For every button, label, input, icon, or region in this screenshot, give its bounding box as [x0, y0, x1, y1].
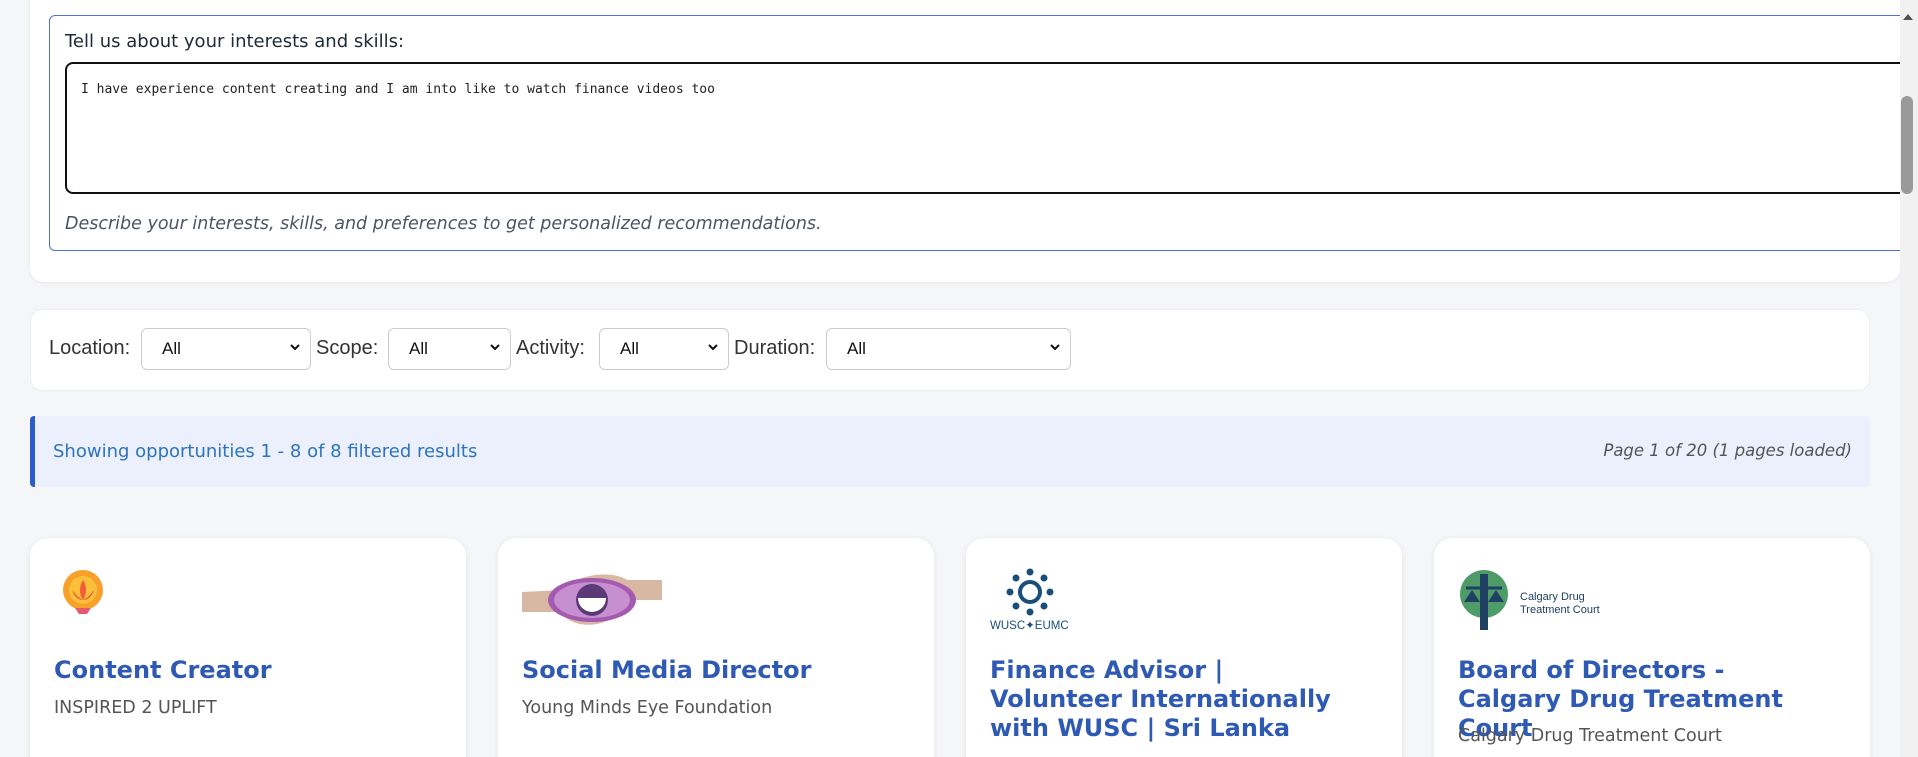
opportunity-card[interactable]: Social Media Director Young Minds Eye Fo… [498, 538, 934, 757]
opportunity-card[interactable]: Content Creator INSPIRED 2 UPLIFT [30, 538, 466, 757]
card-organization: Calgary Drug Treatment Court [1458, 726, 1722, 746]
opportunity-card[interactable]: Calgary Drug Treatment Court Board of Di… [1434, 538, 1870, 757]
location-select[interactable]: All [141, 328, 311, 370]
duration-select-value: All [847, 339, 866, 358]
results-summary-text: Showing opportunities 1 - 8 of 8 filtere… [53, 441, 478, 462]
interests-help-text: Describe your interests, skills, and pre… [65, 214, 822, 234]
scope-select[interactable]: All [388, 328, 511, 370]
scope-filter-label: Scope: [316, 337, 379, 359]
pagination-info: Page 1 of 20 (1 pages loaded) [1603, 441, 1852, 460]
chevron-down-icon [490, 344, 500, 351]
opportunity-card[interactable]: WUSC✦EUMC Finance Advisor | Volunteer In… [966, 538, 1402, 757]
chevron-down-icon [708, 344, 718, 351]
chevron-down-icon [1050, 344, 1060, 351]
scroll-up-arrow-icon[interactable] [1902, 12, 1914, 22]
lotus-logo-icon [63, 570, 103, 614]
duration-select[interactable]: All [826, 328, 1071, 370]
activity-select[interactable]: All [599, 328, 729, 370]
location-select-value: All [162, 339, 181, 358]
interests-textarea[interactable]: I have experience content creating and I… [65, 62, 1915, 194]
duration-filter-label: Duration: [734, 337, 816, 359]
calgary-court-logo-icon: Calgary Drug Treatment Court [1460, 570, 1600, 630]
location-filter-label: Location: [49, 337, 131, 359]
wusc-logo-text: WUSC✦EUMC [990, 620, 1069, 632]
eye-hands-logo-icon [522, 574, 662, 625]
activity-select-value: All [620, 339, 639, 358]
card-title[interactable]: Social Media Director [522, 656, 882, 685]
scrollbar-thumb[interactable] [1901, 96, 1913, 194]
court-logo-text-line1: Calgary Drug [1520, 591, 1585, 603]
activity-filter-label: Activity: [516, 337, 585, 359]
court-logo-text-line2: Treatment Court [1520, 604, 1600, 616]
page: Tell us about your interests and skills:… [0, 0, 1918, 757]
interests-label: Tell us about your interests and skills: [65, 31, 405, 52]
chevron-down-icon [290, 344, 300, 351]
wusc-logo-icon: WUSC✦EUMC [990, 568, 1069, 632]
card-title[interactable]: Content Creator [54, 656, 414, 685]
scope-select-value: All [409, 339, 428, 358]
card-title[interactable]: Finance Advisor | Volunteer Internationa… [990, 656, 1350, 743]
card-organization: Young Minds Eye Foundation [522, 698, 773, 718]
card-organization: INSPIRED 2 UPLIFT [54, 698, 217, 718]
